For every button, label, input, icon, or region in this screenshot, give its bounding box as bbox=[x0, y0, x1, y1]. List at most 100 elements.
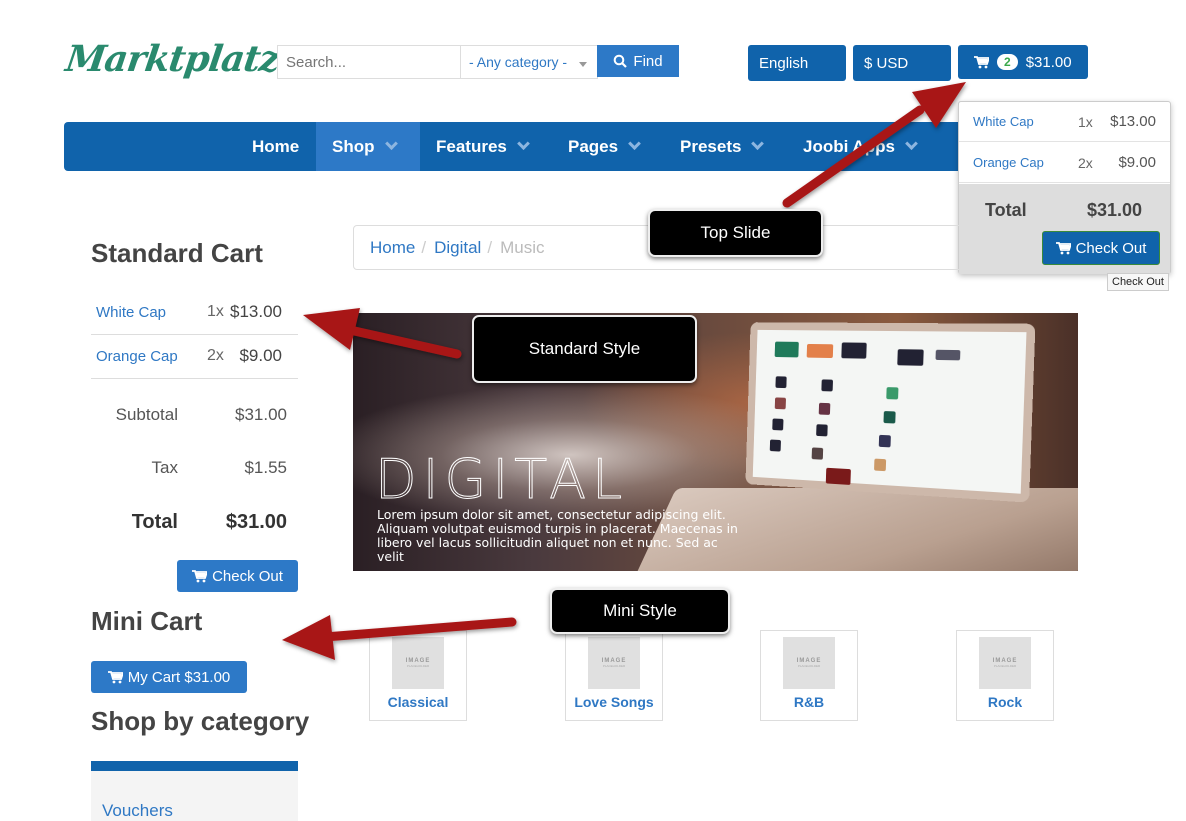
currency-button[interactable]: $ USD bbox=[853, 45, 951, 81]
annotation-standard-style: Standard Style bbox=[472, 315, 697, 383]
laptop-screen-image bbox=[745, 322, 1036, 503]
category-link-vouchers[interactable]: Vouchers bbox=[102, 801, 173, 821]
find-label: Find bbox=[633, 52, 663, 70]
placeholder-subtext: PLACEHOLDER bbox=[406, 664, 430, 668]
search-input[interactable] bbox=[277, 45, 461, 79]
standard-cart-row: Orange Cap 2x $9.00 bbox=[91, 336, 298, 379]
category-label[interactable]: Classical bbox=[370, 694, 466, 710]
find-button[interactable]: Find bbox=[597, 45, 679, 77]
item-price: $13.00 bbox=[230, 302, 282, 321]
dropdown-checkout-button[interactable]: Check Out bbox=[1042, 231, 1160, 265]
cart-icon bbox=[107, 670, 123, 683]
nav-item-presets[interactable]: Presets bbox=[664, 122, 778, 171]
category-banner: DIGITAL Lorem ipsum dolor sit amet, cons… bbox=[353, 313, 1078, 571]
placeholder-subtext: PLACEHOLDER bbox=[602, 664, 626, 668]
currency-label: $ USD bbox=[864, 54, 909, 72]
language-button[interactable]: English bbox=[748, 45, 846, 81]
mini-cart-button[interactable]: My Cart $31.00 bbox=[91, 661, 247, 693]
category-label[interactable]: Love Songs bbox=[566, 694, 662, 710]
cart-icon bbox=[1055, 241, 1071, 254]
checkout-tooltip: Check Out bbox=[1107, 273, 1169, 291]
breadcrumb-current: Music bbox=[500, 237, 545, 257]
total-value: $31.00 bbox=[1086, 200, 1142, 220]
nav-item-joobi-apps[interactable]: Joobi Apps bbox=[787, 122, 932, 171]
nav-item-pages[interactable]: Pages bbox=[552, 122, 655, 171]
cart-icon bbox=[974, 55, 989, 68]
chevron-down-icon bbox=[384, 137, 398, 151]
banner-title: DIGITAL bbox=[374, 448, 629, 512]
site-logo[interactable]: Marktplatz bbox=[63, 38, 282, 80]
image-placeholder: IMAGE PLACEHOLDER bbox=[392, 637, 444, 689]
item-price: $9.00 bbox=[1118, 154, 1156, 171]
standard-cart-row: White Cap 1x $13.00 bbox=[91, 292, 298, 335]
chevron-down-icon bbox=[628, 137, 641, 151]
item-qty: 1x bbox=[207, 303, 224, 320]
category-label[interactable]: Rock bbox=[957, 694, 1053, 710]
category-tile-classical[interactable]: IMAGE PLACEHOLDER Classical bbox=[369, 630, 467, 721]
shop-by-category-title: Shop by category bbox=[91, 706, 310, 736]
total-label: Total bbox=[985, 200, 1027, 220]
cart-dropdown-footer: Total $31.00 Check Out bbox=[959, 184, 1170, 274]
annotation-top-slide: Top Slide bbox=[648, 209, 823, 257]
category-select[interactable]: - Any category - bbox=[460, 45, 598, 79]
chevron-down-icon bbox=[517, 137, 530, 151]
tax-value: $1.55 bbox=[244, 458, 287, 477]
nav-item-features[interactable]: Features bbox=[420, 122, 544, 171]
item-name-link[interactable]: White Cap bbox=[973, 114, 1078, 129]
total-value: $31.00 bbox=[225, 511, 287, 533]
caret-down-icon bbox=[579, 62, 587, 67]
category-tile-rock[interactable]: IMAGE PLACEHOLDER Rock bbox=[956, 630, 1054, 721]
category-select-value: - Any category - bbox=[469, 54, 568, 70]
banner-text: Lorem ipsum dolor sit amet, consectetur … bbox=[377, 507, 738, 564]
language-label: English bbox=[759, 54, 809, 72]
category-tile-rnb[interactable]: IMAGE PLACEHOLDER R&B bbox=[760, 630, 858, 721]
nav-label: Home bbox=[252, 136, 300, 156]
standard-cart-title: Standard Cart bbox=[91, 238, 263, 268]
nav-label: Pages bbox=[568, 136, 619, 156]
nav-item-shop[interactable]: Shop bbox=[316, 122, 420, 171]
nav-item-home[interactable]: Home bbox=[236, 122, 315, 171]
nav-label: Features bbox=[436, 136, 507, 156]
chevron-down-icon bbox=[751, 137, 765, 151]
image-placeholder: IMAGE PLACEHOLDER bbox=[783, 637, 835, 689]
mini-cart-label: My Cart $31.00 bbox=[127, 668, 231, 686]
total-label: Total bbox=[131, 511, 178, 533]
tax-label: Tax bbox=[151, 458, 178, 477]
breadcrumb-home[interactable]: Home bbox=[370, 238, 415, 258]
breadcrumb-digital[interactable]: Digital bbox=[434, 238, 481, 258]
subtotal-label: Subtotal bbox=[115, 405, 178, 424]
category-tile-love-songs[interactable]: IMAGE PLACEHOLDER Love Songs bbox=[565, 630, 663, 721]
nav-label: Presets bbox=[680, 136, 742, 156]
item-price: $9.00 bbox=[239, 346, 282, 365]
category-list: Vouchers bbox=[91, 761, 298, 821]
chevron-down-icon bbox=[905, 137, 918, 151]
cart-count-badge: 2 bbox=[997, 54, 1018, 70]
item-name-link[interactable]: Orange Cap bbox=[96, 348, 178, 365]
checkout-label: Check Out bbox=[212, 567, 283, 585]
item-qty: 2x bbox=[1078, 154, 1093, 171]
cart-dropdown-row: Orange Cap 2x $9.00 bbox=[959, 143, 1170, 183]
checkout-label: Check Out bbox=[1075, 239, 1147, 257]
annotation-mini-style: Mini Style bbox=[550, 588, 730, 634]
category-label[interactable]: R&B bbox=[761, 694, 857, 710]
mini-cart-title: Mini Cart bbox=[91, 606, 203, 636]
cart-total: $31.00 bbox=[1025, 53, 1072, 71]
header-cart-button[interactable]: 2 $31.00 bbox=[958, 45, 1088, 79]
breadcrumb-separator: / bbox=[421, 237, 427, 257]
image-placeholder: IMAGE PLACEHOLDER bbox=[979, 637, 1031, 689]
cart-icon bbox=[192, 569, 208, 582]
breadcrumb-separator: / bbox=[487, 237, 493, 257]
subtotal-value: $31.00 bbox=[235, 405, 287, 424]
item-name-link[interactable]: Orange Cap bbox=[973, 155, 1078, 170]
nav-label: Shop bbox=[332, 136, 375, 156]
image-placeholder: IMAGE PLACEHOLDER bbox=[588, 637, 640, 689]
search-icon bbox=[614, 54, 628, 68]
item-name-link[interactable]: White Cap bbox=[96, 304, 166, 321]
item-qty: 1x bbox=[1078, 113, 1093, 130]
placeholder-subtext: PLACEHOLDER bbox=[993, 664, 1017, 668]
item-qty: 2x bbox=[207, 347, 224, 364]
standard-checkout-button[interactable]: Check Out bbox=[177, 560, 298, 592]
item-price: $13.00 bbox=[1110, 113, 1156, 130]
nav-label: Joobi Apps bbox=[803, 136, 895, 156]
placeholder-subtext: PLACEHOLDER bbox=[797, 664, 821, 668]
